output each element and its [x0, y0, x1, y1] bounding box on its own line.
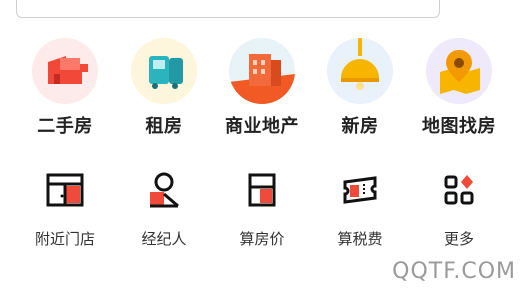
calculator-icon	[242, 170, 282, 210]
tax-ticket-icon	[340, 170, 380, 210]
service-house-price-calculator[interactable]: 算房价	[207, 170, 317, 249]
service-map-search[interactable]: 地图找房	[404, 38, 514, 138]
service-tax-calculator[interactable]: 算税费	[305, 170, 415, 249]
service-secondhand-house[interactable]: 二手房	[10, 38, 120, 138]
store-icon	[45, 170, 85, 210]
more-grid-icon	[439, 170, 479, 210]
map-pin-icon	[426, 38, 492, 104]
search-box[interactable]	[16, 0, 440, 18]
commercial-building-icon	[229, 38, 295, 104]
service-label: 算房价	[239, 230, 285, 248]
service-label: 租房	[145, 116, 183, 137]
service-label: 附近门店	[34, 230, 95, 248]
service-label: 商业地产	[225, 116, 299, 137]
service-label: 经纪人	[141, 230, 187, 248]
new-house-lamp-icon	[327, 38, 393, 104]
home-services-panel: 二手房 租房 商业地产 新房 地图找房 附近门店 经纪人 算房价 算税费 更多 …	[0, 0, 524, 288]
service-label: 算税费	[337, 230, 383, 248]
service-new-house[interactable]: 新房	[305, 38, 415, 138]
service-label: 新房	[341, 116, 379, 137]
service-label: 二手房	[37, 116, 93, 137]
service-commercial-estate[interactable]: 商业地产	[207, 38, 317, 138]
service-agents[interactable]: 经纪人	[109, 170, 219, 249]
service-label: 更多	[443, 230, 474, 248]
service-nearby-stores[interactable]: 附近门店	[10, 170, 120, 249]
service-rent[interactable]: 租房	[109, 38, 219, 138]
agent-icon	[144, 170, 184, 210]
service-label: 地图找房	[422, 116, 496, 137]
rent-truck-icon	[131, 38, 197, 104]
watermark: QQTF.COM	[392, 259, 516, 284]
service-more[interactable]: 更多	[404, 170, 514, 249]
secondhand-house-icon	[32, 38, 98, 104]
